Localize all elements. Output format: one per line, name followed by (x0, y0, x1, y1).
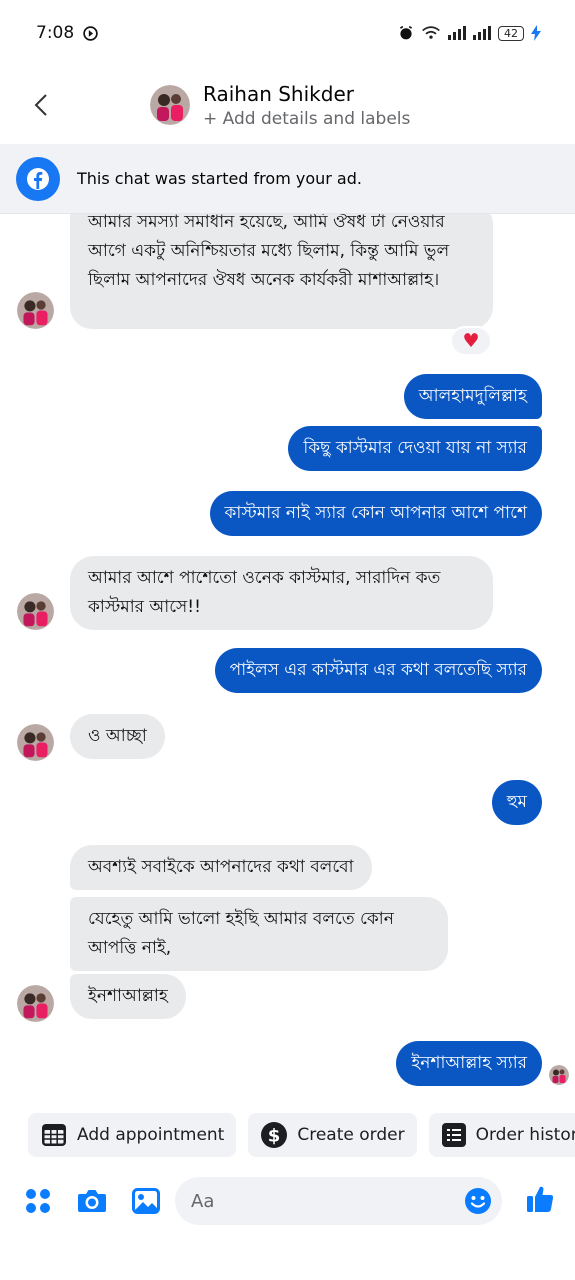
add-details-link[interactable]: + Add details and labels (203, 109, 410, 129)
calendar-icon (42, 1124, 66, 1146)
message-list[interactable]: আমার সমস্যা সমাধান হয়েছে, আমি ঔষধ টা নে… (0, 214, 575, 1102)
status-bar: 7:08 42 (0, 0, 575, 66)
message-input-wrapper[interactable] (175, 1177, 502, 1225)
signal-icon-2 (473, 26, 491, 40)
wifi-icon (422, 26, 440, 39)
message-outgoing[interactable]: কাস্টমার নাই স্যার কোন আপনার আশে পাশে (209, 491, 542, 536)
status-time: 7:08 (36, 23, 75, 43)
like-button[interactable] (523, 1182, 557, 1216)
composer-bar (0, 1174, 575, 1228)
contact-info[interactable]: Raihan Shikder + Add details and labels (203, 82, 410, 129)
status-icons: 42 (398, 25, 541, 41)
message-outgoing[interactable]: আলহামদুলিল্লাহ (403, 374, 542, 419)
add-appointment-button[interactable]: Add appointment (28, 1113, 237, 1157)
contact-avatar-small (17, 593, 54, 630)
more-options-button[interactable] (24, 1187, 52, 1215)
message-outgoing[interactable]: ইনশাআল্লাহ স্যার (396, 1041, 542, 1086)
receipt-icon (441, 1123, 466, 1147)
battery-icon: 42 (498, 25, 524, 41)
charging-icon (531, 25, 541, 41)
contact-avatar[interactable] (150, 85, 190, 125)
quick-actions-bar: Add appointment $ Create order Order his… (28, 1113, 575, 1157)
message-incoming[interactable]: অবশ্যই সবাইকে আপনাদের কথা বলবো (70, 845, 372, 890)
image-icon (132, 1188, 160, 1214)
camera-button[interactable] (76, 1185, 108, 1217)
create-order-button[interactable]: $ Create order (248, 1113, 417, 1157)
message-incoming[interactable]: ইনশাআল্লাহ (70, 974, 186, 1019)
contact-avatar-small (17, 292, 54, 329)
alarm-icon (399, 25, 413, 40)
heart-reaction-icon[interactable]: ♥ (450, 326, 492, 356)
add-appointment-label: Add appointment (77, 1125, 225, 1145)
smiley-icon (465, 1188, 491, 1214)
create-order-label: Create order (297, 1125, 405, 1145)
emoji-button[interactable] (463, 1186, 493, 1216)
gallery-button[interactable] (131, 1186, 161, 1216)
message-incoming[interactable]: ও আচ্ছা (70, 714, 165, 759)
data-saver-icon (83, 25, 98, 41)
camera-icon (78, 1190, 106, 1212)
signal-icon-1 (448, 26, 466, 40)
dollar-icon: $ (261, 1122, 288, 1148)
grid-dots-icon (26, 1189, 50, 1213)
svg-text:$: $ (268, 1126, 281, 1147)
message-outgoing[interactable]: পাইলস এর কাস্টমার এর কথা বলতেছি স্যার (214, 648, 542, 693)
ad-origin-banner: This chat was started from your ad. (0, 144, 575, 214)
contact-avatar-small (17, 985, 54, 1022)
message-input[interactable] (191, 1190, 451, 1212)
facebook-icon (16, 156, 60, 201)
message-outgoing[interactable]: কিছু কাস্টমার দেওয়া যায় না স্যার (288, 426, 542, 471)
ad-banner-text: This chat was started from your ad. (77, 169, 362, 188)
contact-avatar-small (17, 724, 54, 761)
message-incoming[interactable]: আমার সমস্যা সমাধান হয়েছে, আমি ঔষধ টা নে… (70, 214, 493, 329)
message-outgoing[interactable]: হুম (491, 780, 542, 825)
thumbs-up-icon (527, 1186, 554, 1212)
chat-header: Raihan Shikder + Add details and labels (0, 66, 575, 144)
seen-avatar (549, 1065, 569, 1085)
back-button[interactable] (26, 90, 56, 120)
contact-name: Raihan Shikder (203, 81, 354, 106)
message-incoming[interactable]: যেহেতু আমি ভালো হইছি আমার বলতে কোন আপত্ত… (70, 897, 448, 971)
order-history-button[interactable]: Order history (428, 1113, 575, 1157)
status-time-group: 7:08 (36, 23, 99, 43)
message-incoming[interactable]: আমার আশে পাশেতো ওনেক কাস্টমার, সারাদিন ক… (70, 556, 493, 630)
order-history-label: Order history (475, 1125, 575, 1145)
chevron-left-icon (34, 94, 47, 116)
